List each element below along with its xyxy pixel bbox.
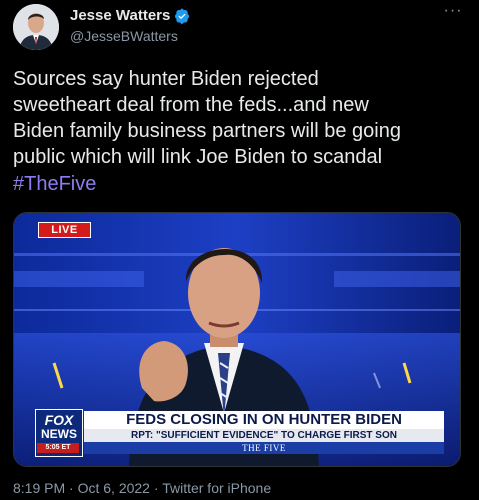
verified-badge-icon [175,8,190,24]
tweet: Jesse Watters @JesseBWatters ··· Sources… [0,0,479,500]
tweet-source[interactable]: Twitter for iPhone [162,480,271,496]
fox-logo-bottom: NEWS [41,427,77,441]
author-name-row[interactable]: Jesse Watters [70,7,190,24]
tweet-media-video[interactable]: LIVE FOX NEWS 5:05 ET FEDS CLOSING IN ON… [13,212,461,467]
more-options-button[interactable]: ··· [440,2,466,24]
avatar[interactable] [13,4,59,50]
fox-news-logo: FOX NEWS 5:05 ET [35,409,83,457]
tweet-text: Sources say hunter Biden rejected sweeth… [13,68,401,168]
hashtag-link[interactable]: #TheFive [13,171,96,197]
fox-logo-top: FOX [44,412,74,428]
tweet-date[interactable]: Oct 6, 2022 [78,480,150,496]
live-badge: LIVE [38,222,91,238]
chyron-headline: FEDS CLOSING IN ON HUNTER BIDEN [84,411,444,429]
author-name[interactable]: Jesse Watters [70,7,170,24]
chyron-show-name: THE FIVE [84,442,444,454]
meta-separator-2: · [153,480,159,496]
more-horizontal-icon: ··· [443,2,463,19]
broadcast-time: 5:05 ET [37,443,79,453]
author-handle[interactable]: @JesseBWatters [70,28,178,44]
tweet-metadata: 8:19 PM · Oct 6, 2022 · Twitter for iPho… [13,480,271,496]
meta-separator: · [69,480,74,496]
chyron-subhead: RPT: "SUFFICIENT EVIDENCE" TO CHARGE FIR… [84,429,444,442]
tweet-timestamp[interactable]: 8:19 PM [13,480,65,496]
